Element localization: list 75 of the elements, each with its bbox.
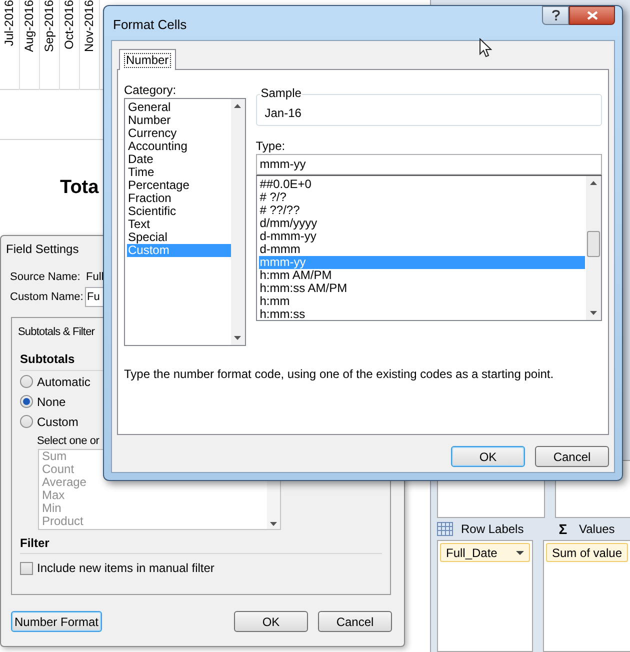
format-code-item[interactable]: ##0.0E+0 [258, 178, 585, 191]
format-code-item[interactable]: h:mm [258, 295, 585, 308]
dialog-button[interactable]: OK [234, 611, 308, 632]
format-code-item[interactable]: # ??/?? [258, 204, 585, 217]
group-label: Sample [260, 86, 302, 100]
radio-button[interactable] [20, 395, 33, 408]
format-code-item[interactable]: h:mm:ss [258, 308, 585, 321]
drop-area[interactable]: Full_Date [437, 540, 533, 652]
field-label: Type: [256, 139, 286, 153]
tab[interactable]: Subtotals & Filter [18, 324, 95, 340]
radio-button[interactable] [20, 415, 33, 428]
dialog-button[interactable]: Cancel [535, 446, 609, 467]
category-item[interactable]: Scientific [127, 205, 231, 218]
field-chip[interactable]: Full_Date [440, 543, 530, 562]
close-button[interactable] [569, 6, 615, 25]
format-code-item[interactable]: d-mmm [258, 243, 585, 256]
dialog-button[interactable]: Cancel [318, 611, 392, 632]
checkbox[interactable] [20, 562, 33, 574]
sample-value: Jan-16 [264, 106, 302, 120]
area-heading: Row Labels [461, 521, 524, 538]
mouse-pointer-icon [479, 38, 492, 58]
category-item[interactable]: General [127, 101, 231, 114]
category-item[interactable]: Currency [127, 127, 231, 140]
scroll-down-icon[interactable] [234, 336, 242, 340]
total-label: Tota [60, 177, 99, 198]
dialog-title: Format Cells [112, 16, 187, 34]
close-icon [586, 11, 598, 20]
radio-label: None [37, 394, 66, 410]
field-label: Custom Name: [10, 290, 84, 305]
section-heading: Subtotals [20, 352, 75, 366]
source-name-value: Full [86, 270, 104, 285]
category-item[interactable]: Percentage [127, 179, 231, 192]
description-text: Type the number format code, using one of the existing codes as a starting point. [124, 367, 554, 381]
category-item[interactable]: Text [127, 218, 231, 231]
radio-button[interactable] [20, 375, 33, 388]
column-header: Jul-2016 [3, 0, 16, 46]
help-icon [552, 10, 560, 21]
field-label: Category: [124, 83, 176, 97]
dialog-title: Field Settings [6, 240, 79, 258]
area-heading: Values [579, 521, 615, 538]
scroll-down-icon[interactable] [590, 311, 597, 315]
hint-text: Select one or [37, 435, 100, 447]
scrollbar-thumb[interactable] [587, 231, 600, 257]
section-heading: Filter [20, 536, 50, 550]
scroll-up-icon[interactable] [234, 104, 242, 108]
category-item[interactable]: Accounting [127, 140, 231, 153]
format-code-item[interactable]: d-mmm-yy [258, 230, 585, 243]
scroll-up-icon[interactable] [590, 181, 597, 185]
sigma-symbol: Σ [558, 520, 568, 538]
format-code-item[interactable]: d/mm/yyyy [258, 217, 585, 230]
category-item[interactable]: Date [127, 153, 231, 166]
radio-label: Automatic [37, 374, 90, 390]
field-chip[interactable]: Sum of value [546, 543, 628, 562]
help-button[interactable] [542, 6, 569, 25]
category-item[interactable]: Special [127, 231, 231, 244]
dialog-button[interactable]: Number Format [11, 611, 102, 632]
column-header: Sep-2016 [43, 0, 56, 52]
column-header: Oct-2016 [63, 0, 76, 50]
field-label: Source Name: [10, 270, 82, 285]
column-header: Aug-2016 [23, 0, 36, 52]
table-grid-icon [437, 522, 453, 536]
dropdown-caret-icon[interactable] [516, 550, 524, 554]
category-item[interactable]: Number [127, 114, 231, 127]
category-item[interactable]: Fraction [127, 192, 231, 205]
format-code-item[interactable]: # ?/? [258, 191, 585, 204]
category-item[interactable]: Time [127, 166, 231, 179]
type-field[interactable]: mmm-yy [256, 154, 602, 175]
format-code-item[interactable]: h:mm:ss AM/PM [258, 282, 585, 295]
tab[interactable]: Number [119, 49, 176, 70]
format-code-item[interactable]: h:mm AM/PM [258, 269, 585, 282]
drop-area[interactable]: Sum of value [542, 540, 630, 652]
checkbox-label: Include new items in manual filter [37, 560, 214, 577]
column-header: Nov-2016 [83, 0, 96, 52]
radio-label: Custom [37, 414, 78, 430]
dialog-button[interactable]: OK [451, 446, 525, 467]
